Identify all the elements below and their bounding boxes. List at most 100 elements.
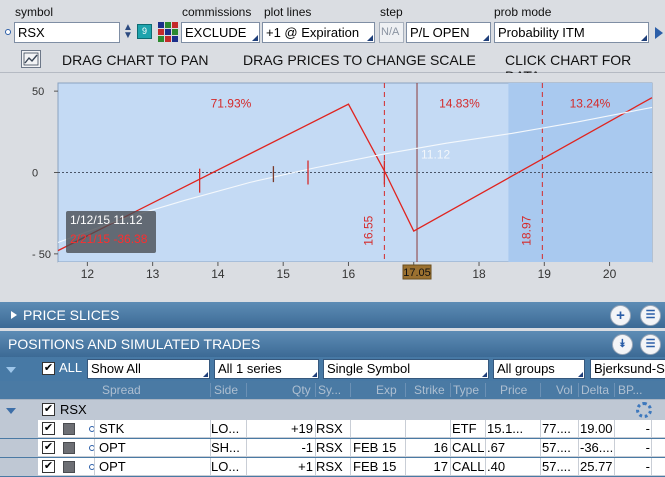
collapse-all-icon[interactable]: ⯯ xyxy=(612,334,633,355)
cell-exp[interactable]: FEB 15 xyxy=(353,439,404,457)
collapse-all-icon-small[interactable] xyxy=(6,367,16,373)
cell-spread[interactable]: STK xyxy=(99,420,209,438)
col-side[interactable]: Side xyxy=(214,383,238,397)
collapse-group-icon[interactable] xyxy=(6,408,16,414)
cell-symbol[interactable]: RSX xyxy=(316,420,349,438)
table-row[interactable]: ✔ STK LO... +19 RSX ETF 15.1... 77.... 19.00- xyxy=(0,420,665,438)
cell-side[interactable]: LO... xyxy=(211,458,245,476)
group-row-rsx[interactable]: ✔ RSX xyxy=(0,399,665,420)
plot-lines-label: plot lines xyxy=(264,5,312,19)
pricing-model-select[interactable]: Bjerksund-St xyxy=(590,359,665,379)
cell-strike[interactable]: 16 xyxy=(406,439,448,457)
chart-settings-icon[interactable] xyxy=(21,50,41,68)
positions-menu-icon[interactable]: ☰ xyxy=(640,334,661,355)
symbol-radio[interactable] xyxy=(5,29,11,35)
theo-value-label: 11.12 xyxy=(421,147,450,161)
cell-exp[interactable] xyxy=(353,420,404,438)
select-all-checkbox[interactable]: ✔ xyxy=(42,362,55,375)
cell-spread[interactable]: OPT xyxy=(99,439,209,457)
table-row[interactable]: ✔ OPT LO... +1 RSX FEB 15 17 CALL .40 57.... 25.77… xyxy=(0,458,665,476)
price-slices-menu-icon[interactable]: ☰ xyxy=(640,305,661,326)
cell-divider xyxy=(450,458,451,476)
col-divider[interactable] xyxy=(614,383,615,397)
cell-bp[interactable]: - xyxy=(616,458,650,476)
row-checkbox[interactable]: ✔ xyxy=(42,460,55,473)
gear-icon[interactable] xyxy=(636,402,652,418)
group-checkbox[interactable]: ✔ xyxy=(42,403,55,416)
cell-price[interactable]: .40 xyxy=(487,458,538,476)
col-strike[interactable]: Strike xyxy=(414,383,445,397)
cell-divider xyxy=(578,420,579,438)
prob-mode-select[interactable]: Probability ITM xyxy=(494,22,649,43)
cell-exp[interactable]: FEB 15 xyxy=(353,458,404,476)
cell-strike[interactable] xyxy=(406,420,448,438)
symbol-dropdown-icon[interactable]: ▲ ▼ xyxy=(121,23,135,41)
col-divider[interactable] xyxy=(450,383,451,397)
cell-side[interactable]: SH... xyxy=(211,439,245,457)
cell-side[interactable]: LO... xyxy=(211,420,245,438)
price-slices-header[interactable]: PRICE SLICES + ☰ xyxy=(0,302,665,328)
risk-profile-chart-area[interactable]: 500- 5012131415161718192016.5518.9771.93… xyxy=(0,73,665,285)
cell-symbol[interactable]: RSX xyxy=(316,439,349,457)
cell-delta[interactable]: 19.00 xyxy=(580,420,613,438)
col-divider[interactable] xyxy=(405,383,406,397)
cell-vol[interactable]: 57.... xyxy=(542,439,576,457)
symbol-count-badge[interactable]: 9 xyxy=(137,24,152,39)
cell-type[interactable]: ETF xyxy=(452,420,484,438)
col-type[interactable]: Type xyxy=(453,383,479,397)
col-divider[interactable] xyxy=(315,383,316,397)
col-vol[interactable]: Vol xyxy=(556,383,573,397)
add-price-slice-button[interactable]: + xyxy=(610,305,631,326)
cell-strike[interactable]: 17 xyxy=(406,458,448,476)
step-input[interactable]: N/A xyxy=(379,22,404,43)
series-filter-select[interactable]: All 1 series xyxy=(214,359,319,379)
col-spread[interactable]: Spread xyxy=(102,383,141,397)
col-symbol[interactable]: Sy... xyxy=(318,383,341,397)
col-divider[interactable] xyxy=(210,383,211,397)
col-divider[interactable] xyxy=(350,383,351,397)
col-divider[interactable] xyxy=(246,383,247,397)
color-grid-icon[interactable] xyxy=(158,22,178,42)
cell-bp[interactable]: - xyxy=(616,439,650,457)
col-exp[interactable]: Exp xyxy=(376,383,397,397)
row-status-square[interactable] xyxy=(63,461,75,473)
symbol-input[interactable]: RSX xyxy=(14,22,120,43)
cell-delta[interactable]: 25.77 xyxy=(580,458,613,476)
cell-symbol[interactable]: RSX xyxy=(316,458,349,476)
cell-vol[interactable]: 77.... xyxy=(542,420,576,438)
cell-bp[interactable]: - xyxy=(616,420,650,438)
col-price[interactable]: Price xyxy=(500,383,527,397)
row-status-square[interactable] xyxy=(63,423,75,435)
cell-qty[interactable]: +1 xyxy=(247,458,313,476)
groups-select[interactable]: All groups xyxy=(493,359,585,379)
cell-spread[interactable]: OPT xyxy=(99,458,209,476)
show-filter-select[interactable]: Show All xyxy=(87,359,210,379)
plot-lines-select[interactable]: +1 @ Expiration xyxy=(262,22,375,43)
all-label: ALL xyxy=(59,360,83,375)
symbol-mode-select[interactable]: Single Symbol xyxy=(323,359,489,379)
cell-price[interactable]: 15.1... xyxy=(487,420,538,438)
scroll-right-icon[interactable] xyxy=(655,27,663,39)
col-divider[interactable] xyxy=(578,383,579,397)
table-row[interactable]: ✔ OPT SH... -1 RSX FEB 15 16 CALL .67 57.... -36..… xyxy=(0,439,665,457)
col-divider[interactable] xyxy=(485,383,486,397)
row-status-square[interactable] xyxy=(63,442,75,454)
cell-type[interactable]: CALL xyxy=(452,458,484,476)
pl-open-select[interactable]: P/L OPEN xyxy=(406,22,491,43)
cell-qty[interactable]: -1 xyxy=(247,439,313,457)
step-label: step xyxy=(380,5,403,19)
row-checkbox[interactable]: ✔ xyxy=(42,422,55,435)
cell-delta[interactable]: -36.... xyxy=(580,439,613,457)
commissions-select[interactable]: EXCLUDE xyxy=(181,22,260,43)
cell-vol[interactable]: 57.... xyxy=(542,458,576,476)
col-divider[interactable] xyxy=(540,383,541,397)
col-bp[interactable]: BP... xyxy=(618,383,642,397)
row-checkbox[interactable]: ✔ xyxy=(42,441,55,454)
risk-profile-chart[interactable]: 500- 5012131415161718192016.5518.9771.93… xyxy=(0,73,665,285)
col-delta[interactable]: Delta xyxy=(581,383,609,397)
expand-price-slices-icon[interactable] xyxy=(11,311,17,319)
cell-qty[interactable]: +19 xyxy=(247,420,313,438)
cell-type[interactable]: CALL xyxy=(452,439,484,457)
cell-price[interactable]: .67 xyxy=(487,439,538,457)
col-qty[interactable]: Qty xyxy=(292,383,311,397)
